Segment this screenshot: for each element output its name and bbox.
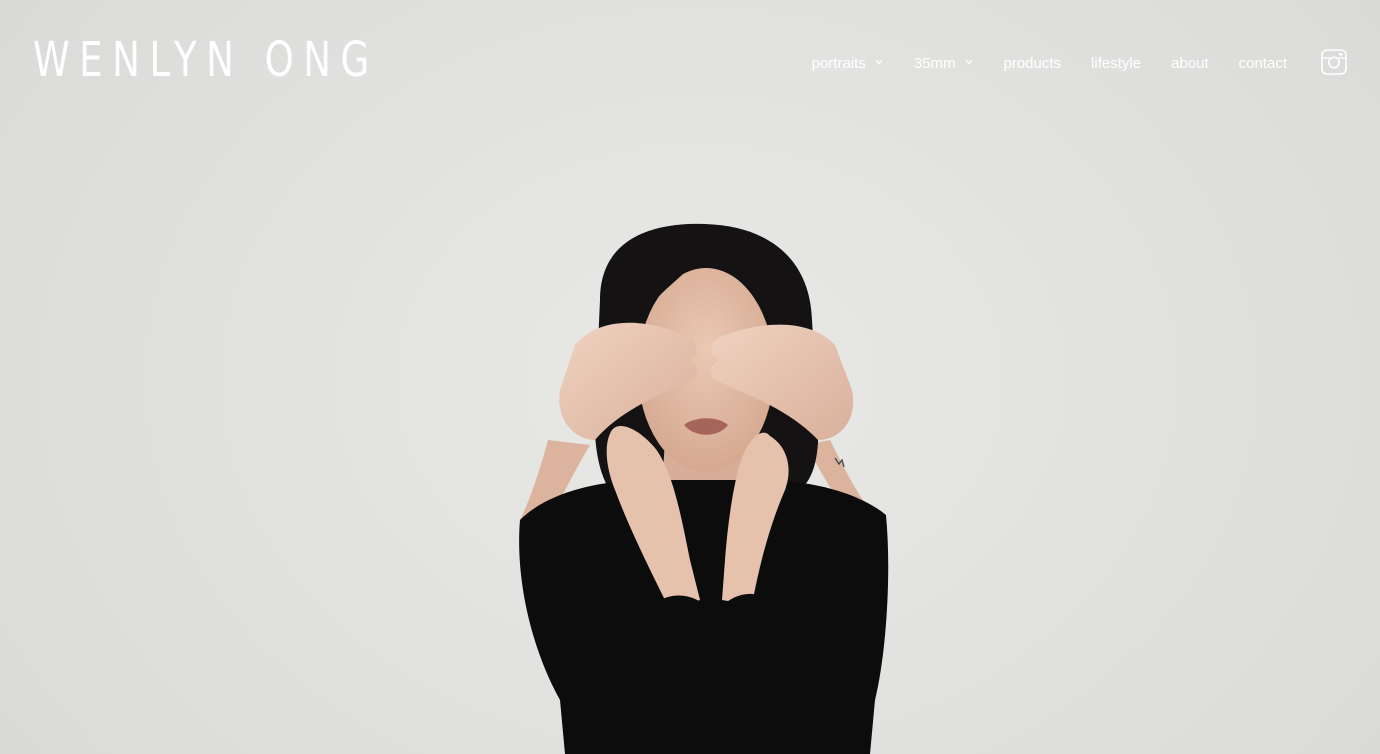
chevron-down-icon: [965, 60, 972, 65]
nav-item-label: contact: [1238, 54, 1287, 72]
nav-item-label: lifestyle: [1091, 54, 1142, 72]
nav-item-products[interactable]: products: [1004, 55, 1062, 72]
nav-item-label: products: [1003, 54, 1062, 72]
chevron-down-icon: [875, 60, 883, 65]
page: WENLYN ONG portraits 35mm products lifes…: [0, 0, 1380, 754]
nav-item-about[interactable]: about: [1171, 55, 1209, 72]
nav-item-label: about: [1171, 54, 1209, 72]
instagram-icon[interactable]: [1321, 49, 1347, 75]
nav-item-portraits[interactable]: portraits: [812, 55, 884, 72]
site-header: WENLYN ONG portraits 35mm products lifes…: [0, 0, 1380, 125]
nav-item-contact[interactable]: contact: [1239, 55, 1287, 72]
main-nav: portraits 35mm products lifestyle about …: [812, 52, 1287, 74]
site-title-logo[interactable]: WENLYN ONG: [33, 36, 379, 84]
nav-item-35mm[interactable]: 35mm: [914, 55, 974, 72]
nav-item-label: portraits: [811, 54, 866, 72]
nav-item-label: 35mm: [913, 54, 956, 72]
nav-item-lifestyle[interactable]: lifestyle: [1091, 55, 1141, 72]
